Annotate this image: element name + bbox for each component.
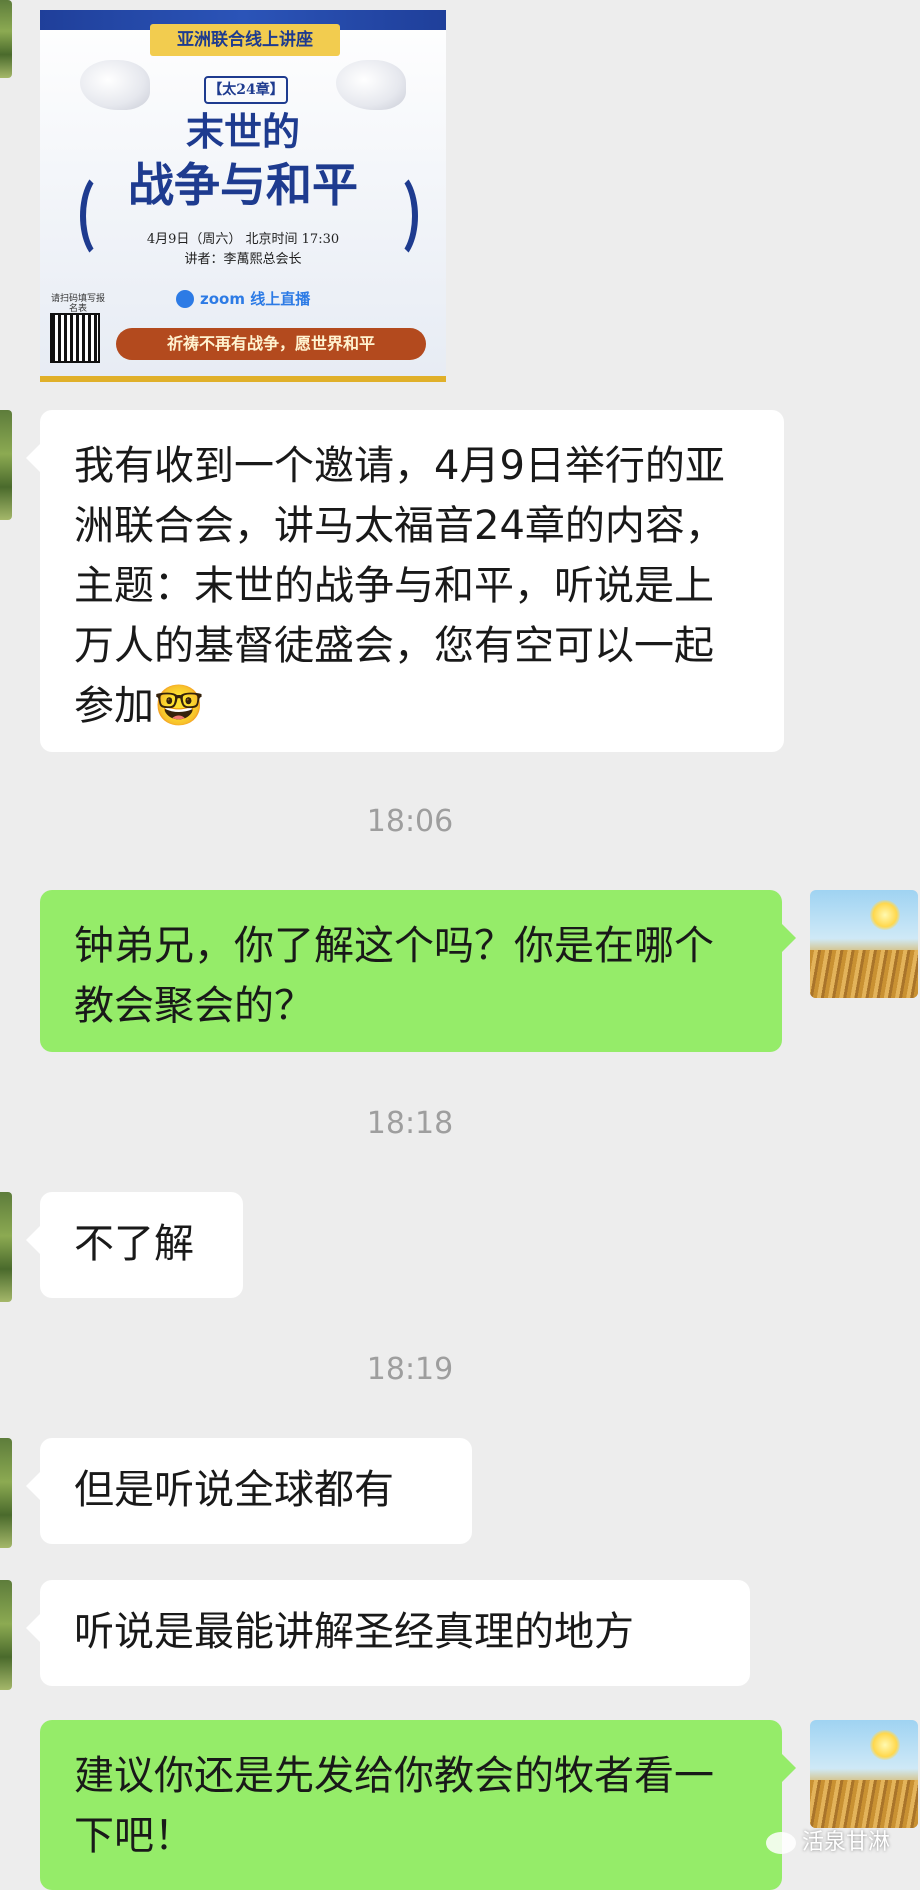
poster-banner: 亚洲联合线上讲座 xyxy=(150,24,340,56)
timestamp: 18:06 xyxy=(366,804,454,839)
poster-speaker-line: 讲者：李萬熙总会长 xyxy=(184,252,302,267)
dove-left-icon xyxy=(80,60,150,110)
qr-code-icon xyxy=(50,313,100,363)
sun-icon xyxy=(870,1730,900,1760)
contact-avatar[interactable] xyxy=(0,1580,12,1690)
zoom-icon xyxy=(176,290,194,308)
timestamp: 18:18 xyxy=(366,1106,454,1141)
poster-date-line: 4月9日（周六） 北京时间 17:30 xyxy=(146,232,340,247)
wechat-icon xyxy=(765,1832,796,1854)
wheat-icon xyxy=(810,1780,918,1828)
contact-avatar[interactable] xyxy=(0,1438,12,1548)
watermark: 活泉甘淋 xyxy=(765,1824,890,1856)
poster-qr-label: 请扫码填写报名表 xyxy=(50,294,105,314)
dove-right-icon xyxy=(336,60,406,110)
poster-title-line1: 末世的 xyxy=(185,109,300,154)
poster-zoom-label: zoom 线上直播 xyxy=(200,290,311,308)
poster-chapter: 【太24章】 xyxy=(204,76,288,104)
message-bubble-outgoing[interactable]: 钟弟兄，你了解这个吗？你是在哪个教会聚会的？ xyxy=(40,890,796,1052)
message-bubble-incoming[interactable]: 听说是最能讲解圣经真理的地方 xyxy=(26,1580,750,1686)
contact-avatar[interactable] xyxy=(0,410,12,520)
message-bubble-incoming[interactable]: 不了解 xyxy=(26,1192,243,1298)
event-poster-image[interactable]: 亚洲联合线上讲座 【太24章】 末世的 战争与和平 4月9日（周六） 北京时间 … xyxy=(40,10,446,382)
message-bubble-outgoing[interactable]: 建议你还是先发给你教会的牧者看一下吧！ xyxy=(40,1720,796,1890)
sun-icon xyxy=(870,900,900,930)
timestamp: 18:19 xyxy=(366,1352,454,1387)
self-avatar[interactable] xyxy=(810,890,918,998)
message-bubble-incoming[interactable]: 我有收到一个邀请，4月9日举行的亚洲联合会，讲马太福音24章的内容，主题：末世的… xyxy=(26,410,784,752)
message-bubble-incoming[interactable]: 但是听说全球都有 xyxy=(26,1438,472,1544)
contact-avatar[interactable] xyxy=(0,0,12,78)
contact-avatar[interactable] xyxy=(0,1192,12,1302)
wheat-icon xyxy=(810,950,918,998)
poster-footer: 祈祷不再有战争，愿世界和平 xyxy=(116,328,426,360)
watermark-text: 活泉甘淋 xyxy=(801,1830,890,1855)
self-avatar[interactable] xyxy=(810,1720,918,1828)
